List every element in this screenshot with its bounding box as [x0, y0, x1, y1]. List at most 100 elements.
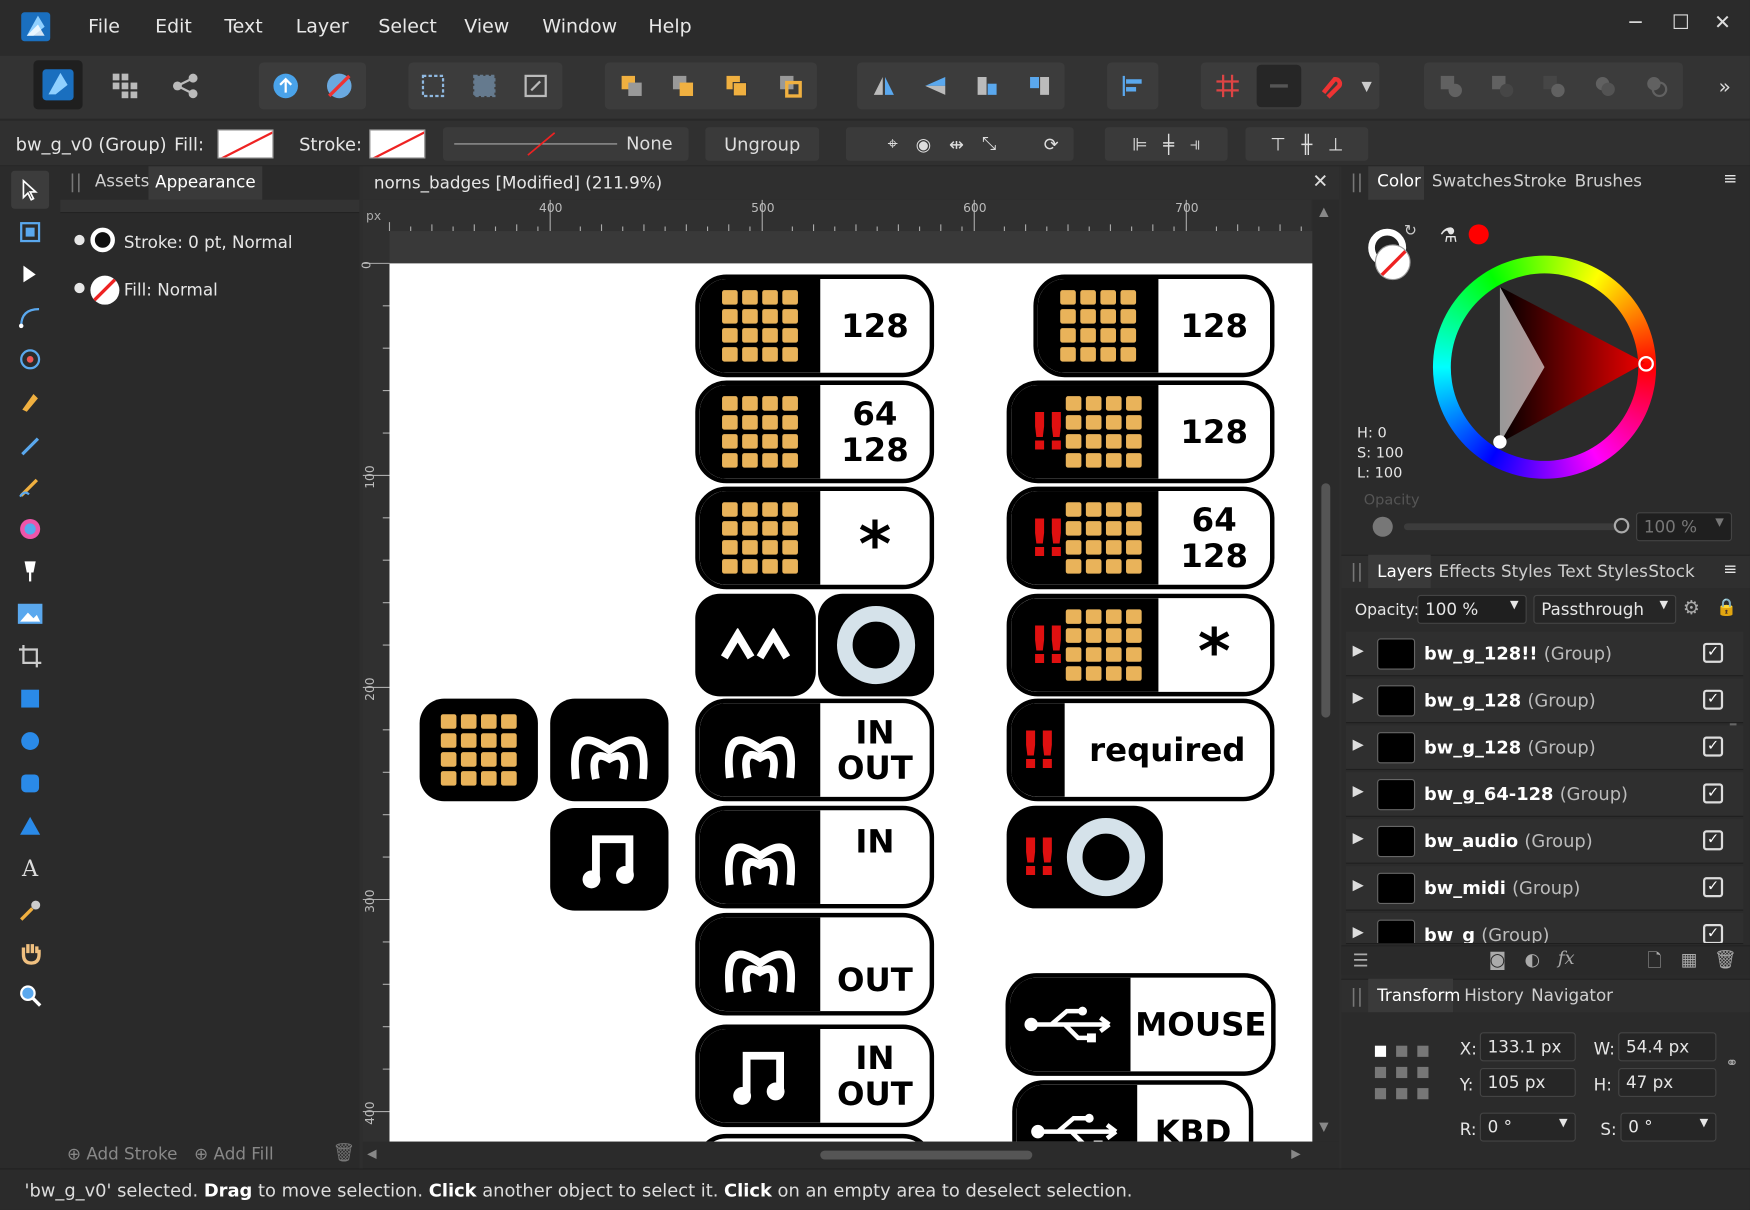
- trash-icon[interactable]: 🗑: [333, 1142, 356, 1163]
- layer-row[interactable]: ▶ bw_g_128 (Group) ✓: [1345, 678, 1744, 724]
- layer-row[interactable]: ▶ bw_g_128!! (Group) ✓: [1345, 631, 1744, 677]
- crop-tool-icon[interactable]: [13, 639, 46, 672]
- layer-opacity-field[interactable]: 100 % ▼: [1417, 594, 1527, 624]
- artboard-canvas[interactable]: 128 64 128 * IN OUT IN OUT IN OUT 128 !! 12…: [389, 263, 1313, 1142]
- badge-star-required[interactable]: !! *: [1006, 593, 1275, 697]
- vertical-scrollbar[interactable]: ▲ ▼: [1312, 199, 1340, 1142]
- fx-icon[interactable]: fx: [1558, 947, 1575, 968]
- tab-layers[interactable]: Layers: [1377, 561, 1432, 581]
- fill-tool-icon[interactable]: [13, 512, 46, 545]
- align-left-icon[interactable]: [1110, 65, 1155, 107]
- menu-window[interactable]: Window: [542, 16, 617, 38]
- move-forward-one-icon[interactable]: [714, 65, 759, 107]
- hand-tool-icon[interactable]: [13, 936, 46, 969]
- close-window-icon[interactable]: ✕: [1714, 11, 1731, 34]
- expand-arrow-icon[interactable]: ▶: [1353, 737, 1364, 754]
- badge-128[interactable]: 128: [695, 274, 935, 378]
- stroke-entry[interactable]: Stroke: 0 pt, Normal: [124, 232, 293, 252]
- menu-text[interactable]: Text: [224, 16, 262, 38]
- tab-history[interactable]: History: [1464, 985, 1524, 1005]
- fill-entry[interactable]: Fill: Normal: [124, 280, 218, 300]
- point-transform-icon[interactable]: [13, 343, 46, 376]
- flip-vertical-icon[interactable]: [913, 65, 958, 107]
- scrollbar-thumb[interactable]: [820, 1150, 1033, 1160]
- tab-effects[interactable]: Effects: [1439, 561, 1496, 581]
- place-image-icon[interactable]: [13, 597, 46, 630]
- tab-assets[interactable]: Assets: [95, 171, 149, 191]
- menu-file[interactable]: File: [88, 16, 120, 38]
- visibility-checkbox[interactable]: ✓: [1703, 689, 1724, 710]
- visibility-checkbox[interactable]: ✓: [1703, 924, 1724, 944]
- menu-edit[interactable]: Edit: [155, 16, 192, 38]
- layer-row[interactable]: ▶ bw_midi (Group) ✓: [1345, 866, 1744, 911]
- visibility-checkbox[interactable]: ✓: [1703, 877, 1724, 898]
- intersect-boolean-icon[interactable]: [1531, 65, 1576, 107]
- badge-midi-out[interactable]: OUT: [695, 912, 935, 1016]
- opacity-field[interactable]: 100 % ▼: [1636, 512, 1733, 542]
- badge-audio-in-out[interactable]: IN OUT: [695, 1024, 935, 1128]
- stroke-ring-icon[interactable]: [90, 227, 115, 253]
- w-field[interactable]: 54.4 px: [1618, 1032, 1717, 1062]
- node-tool-icon[interactable]: [13, 258, 46, 291]
- layer-row[interactable]: ▶ bw_audio (Group) ✓: [1345, 819, 1744, 864]
- badge-64-128[interactable]: 64 128: [695, 380, 935, 484]
- scrollbar-thumb[interactable]: [1321, 483, 1331, 718]
- expand-arrow-icon[interactable]: ▶: [1353, 643, 1364, 660]
- x-field[interactable]: 133.1 px: [1479, 1032, 1576, 1062]
- menu-help[interactable]: Help: [648, 16, 691, 38]
- badge-128-required[interactable]: !! 128: [1006, 380, 1275, 484]
- panel-grip-icon[interactable]: ||: [69, 171, 82, 193]
- menu-select[interactable]: Select: [378, 16, 437, 38]
- visibility-checkbox[interactable]: ✓: [1703, 642, 1724, 663]
- flip-horizontal-icon[interactable]: [862, 65, 907, 107]
- badge-partial[interactable]: [695, 1133, 935, 1142]
- visibility-checkbox[interactable]: ✓: [1703, 830, 1724, 851]
- shear-field[interactable]: 0 ° ▼: [1620, 1112, 1717, 1142]
- maximize-icon[interactable]: ☐: [1672, 11, 1690, 34]
- layers-stack-icon[interactable]: ☰: [1353, 950, 1369, 971]
- fill-swatch[interactable]: [217, 129, 274, 159]
- artboard-tool-icon[interactable]: [13, 215, 46, 248]
- tab-navigator[interactable]: Navigator: [1531, 985, 1613, 1005]
- ungroup-button[interactable]: Ungroup: [705, 127, 820, 161]
- document-title[interactable]: norns_badges [Modified] (211.9%): [374, 173, 662, 193]
- visibility-checkbox[interactable]: ✓: [1703, 783, 1724, 804]
- fill-color-well[interactable]: [1374, 244, 1411, 281]
- tab-brushes[interactable]: Brushes: [1575, 171, 1642, 191]
- snap-dropdown-icon[interactable]: ▼: [1362, 78, 1372, 94]
- tab-stock[interactable]: Stock: [1648, 561, 1694, 581]
- add-layer-icon[interactable]: 🗋: [1647, 949, 1661, 979]
- corner-tool-icon[interactable]: [13, 300, 46, 333]
- expand-arrow-icon[interactable]: ▶: [1353, 690, 1364, 707]
- export-persona-icon[interactable]: [163, 65, 208, 107]
- transform-selection-icon[interactable]: [513, 65, 558, 107]
- select-group-icon[interactable]: [462, 65, 507, 107]
- badge-64-128-required[interactable]: !! 64 128: [1006, 486, 1275, 590]
- eyedropper-icon[interactable]: ⚗: [1440, 224, 1458, 247]
- layer-row[interactable]: ▶ bw_g (Group) ✓: [1345, 912, 1744, 945]
- panel-menu-icon[interactable]: ≡: [1723, 169, 1737, 189]
- subtract-boolean-icon[interactable]: [1480, 65, 1525, 107]
- add-boolean-icon[interactable]: [1428, 65, 1473, 107]
- ring-badge[interactable]: [818, 593, 935, 697]
- zoom-tool-icon[interactable]: [13, 979, 46, 1012]
- audio-badge[interactable]: [550, 807, 669, 911]
- tab-color[interactable]: Color: [1377, 171, 1421, 191]
- panel-grip-icon[interactable]: ||: [1350, 171, 1363, 193]
- ellipse-tool-icon[interactable]: [13, 724, 46, 757]
- origin-icon[interactable]: ⌖: [888, 133, 898, 155]
- badge-midi-in[interactable]: IN: [695, 805, 935, 909]
- horizontal-scrollbar[interactable]: ◀ ▶: [362, 1141, 1340, 1169]
- layer-row[interactable]: ▶ bw_g_64-128 (Group) ✓: [1345, 772, 1744, 817]
- badge-mouse[interactable]: MOUSE: [1005, 973, 1276, 1076]
- anchor-point-grid[interactable]: [1373, 1043, 1431, 1101]
- align-top-icon[interactable]: ⊤: [1270, 133, 1286, 154]
- midi-badge[interactable]: [550, 698, 669, 802]
- link-aspect-icon[interactable]: ⚭: [1725, 1055, 1738, 1073]
- vector-brush-icon[interactable]: [13, 470, 46, 503]
- cloud-upload-icon[interactable]: [263, 65, 308, 107]
- transparency-tool-icon[interactable]: [13, 555, 46, 588]
- rotate-cw-icon[interactable]: [1018, 65, 1063, 107]
- more-toolbar-icon[interactable]: »: [1719, 76, 1731, 99]
- delete-layer-icon[interactable]: 🗑: [1714, 949, 1737, 970]
